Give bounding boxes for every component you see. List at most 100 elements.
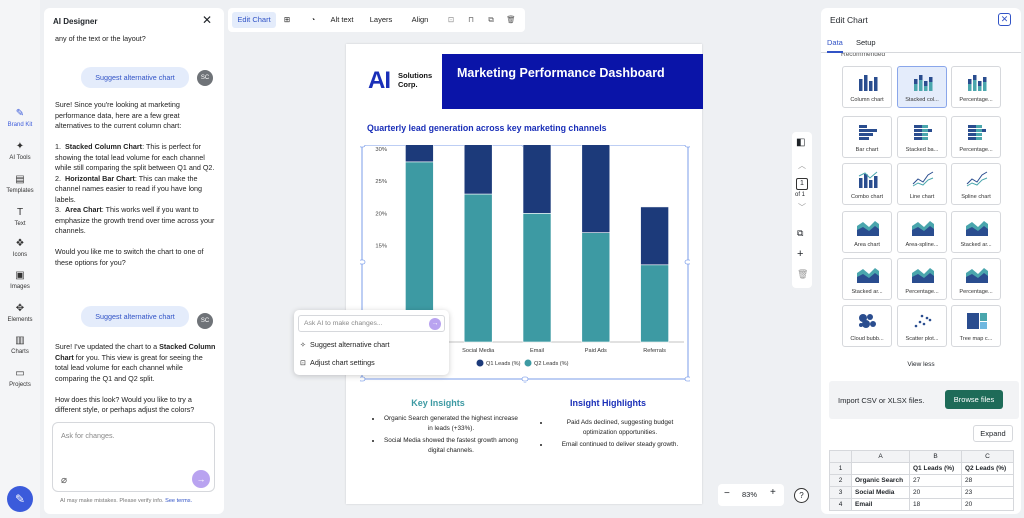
- chart-type-label: Cloud bubb...: [850, 336, 884, 342]
- duplicate-page-icon[interactable]: ⧉: [797, 228, 803, 239]
- nav-projects[interactable]: ▭ Projects: [0, 368, 40, 388]
- ai-popup-input[interactable]: Ask AI to make changes... →: [298, 315, 445, 332]
- nav-ai-tools[interactable]: ✦ AI Tools: [0, 141, 40, 161]
- chart-type-option[interactable]: Bar chart: [842, 116, 892, 158]
- chart-type-icon: [912, 268, 934, 283]
- chart-type-option[interactable]: Line chart: [897, 163, 947, 205]
- chart-type-option[interactable]: Area-spline...: [897, 211, 947, 253]
- suggest-chart-item[interactable]: ✧ Suggest alternative chart: [300, 340, 390, 349]
- grid-cell[interactable]: Organic Search: [851, 474, 910, 487]
- animation-icon[interactable]: ◔: [306, 12, 320, 28]
- alt-text-button[interactable]: Alt text: [326, 12, 358, 28]
- nav-images[interactable]: ▣ Images: [0, 270, 40, 290]
- ai-popup-placeholder[interactable]: Ask AI to make changes...: [304, 320, 383, 327]
- expand-button[interactable]: Expand: [973, 425, 1013, 442]
- chart-type-option[interactable]: Percentage...: [951, 116, 1001, 158]
- chart-type-option[interactable]: Percentage...: [951, 66, 1001, 108]
- grid-row-header[interactable]: 2: [829, 474, 852, 487]
- chat-input-placeholder[interactable]: Ask for changes.: [61, 431, 115, 440]
- key-insights-list: Organic Search generated the highest inc…: [382, 414, 520, 458]
- chevron-down-icon[interactable]: ﹀: [798, 202, 806, 213]
- grid-cell[interactable]: 20: [909, 486, 962, 499]
- send-button[interactable]: →: [192, 470, 210, 488]
- avatar: SC: [197, 313, 213, 329]
- data-grid[interactable]: A B C 1 Q1 Leads (%) Q2 Leads (%) 2 Organic Sea…: [829, 450, 1014, 511]
- chart-type-option[interactable]: Combo chart: [842, 163, 892, 205]
- chart-type-option[interactable]: Stacked ar...: [951, 211, 1001, 253]
- page-number[interactable]: 1: [796, 178, 808, 190]
- grid-cell[interactable]: Email: [851, 498, 910, 511]
- grid-column-header[interactable]: C: [961, 450, 1014, 463]
- grid-cell[interactable]: Social Media: [851, 486, 910, 499]
- chart-type-option[interactable]: Stacked col...: [897, 66, 947, 108]
- grid-row-header[interactable]: 1: [829, 462, 852, 475]
- grid-cell[interactable]: 28: [961, 474, 1014, 487]
- chart-type-option[interactable]: Percentage...: [897, 258, 947, 300]
- tab-data[interactable]: Data: [827, 38, 843, 53]
- zoom-in-button[interactable]: +: [770, 487, 776, 498]
- tab-setup[interactable]: Setup: [856, 38, 876, 47]
- grid-cell[interactable]: [851, 462, 910, 475]
- chart-type-option[interactable]: Area chart: [842, 211, 892, 253]
- edit-chart-button[interactable]: Edit Chart: [232, 12, 276, 28]
- trash-icon[interactable]: 🗑: [504, 12, 518, 28]
- nav-charts[interactable]: ▥ Charts: [0, 335, 40, 355]
- grid-column-header[interactable]: B: [909, 450, 962, 463]
- layers-button[interactable]: Layers: [366, 12, 396, 28]
- chart-type-option[interactable]: Scatter plot...: [897, 305, 947, 347]
- trash-icon[interactable]: 🗑: [797, 269, 808, 280]
- chart-type-icon[interactable]: ⊞: [280, 12, 294, 28]
- nav-text[interactable]: T Text: [0, 207, 40, 227]
- nav-templates[interactable]: ▤ Templates: [0, 174, 40, 194]
- assistant-fab[interactable]: ✎: [7, 486, 33, 512]
- page-count: of 1: [795, 192, 806, 198]
- chart-type-option[interactable]: Column chart: [842, 66, 892, 108]
- zoom-level[interactable]: 83%: [742, 490, 757, 499]
- nav-brand-kit[interactable]: ✎ Brand Kit: [0, 108, 40, 128]
- close-icon[interactable]: ✕: [998, 13, 1011, 26]
- panel-toggle-icon[interactable]: ◧: [796, 137, 805, 148]
- see-terms-link[interactable]: See terms.: [165, 498, 192, 504]
- attach-icon[interactable]: ⌀: [61, 475, 67, 486]
- help-icon[interactable]: ?: [794, 488, 809, 503]
- chat-input-box[interactable]: Ask for changes. ⌀ →: [52, 422, 215, 492]
- chart-type-option[interactable]: Spline chart: [951, 163, 1001, 205]
- charts-icon: ▥: [15, 335, 25, 346]
- adjust-settings-item[interactable]: ⊡ Adjust chart settings: [300, 358, 375, 367]
- nav-icons[interactable]: ❖ Icons: [0, 238, 40, 258]
- grid-row-header[interactable]: 3: [829, 486, 852, 499]
- chart-type-option[interactable]: Percentage...: [951, 258, 1001, 300]
- grid-cell[interactable]: Q1 Leads (%): [909, 462, 962, 475]
- arrow-right-icon[interactable]: →: [429, 318, 441, 330]
- import-section: Import CSV or XLSX files. Browse files: [829, 381, 1019, 419]
- grid-cell[interactable]: Q2 Leads (%): [961, 462, 1014, 475]
- chart-type-label: Percentage...: [959, 147, 993, 153]
- chart-type-option[interactable]: Tree map c...: [951, 305, 1001, 347]
- align-button[interactable]: Align: [406, 12, 434, 28]
- insight-item: Organic Search generated the highest inc…: [382, 414, 520, 433]
- chevron-up-icon[interactable]: ︿: [798, 160, 806, 171]
- view-less-link[interactable]: View less: [821, 361, 1021, 368]
- browse-files-button[interactable]: Browse files: [945, 390, 1003, 409]
- lock-icon[interactable]: ⊓: [464, 12, 478, 28]
- zoom-out-button[interactable]: −: [724, 488, 730, 499]
- duplicate-icon[interactable]: ⧉: [484, 12, 498, 28]
- add-page-icon[interactable]: +: [797, 248, 803, 260]
- close-icon[interactable]: ✕: [202, 13, 212, 27]
- nav-elements[interactable]: ✥ Elements: [0, 303, 40, 323]
- chart-type-option[interactable]: Stacked ar...: [842, 258, 892, 300]
- templates-icon: ▤: [15, 174, 25, 185]
- grid-column-header[interactable]: A: [851, 450, 910, 463]
- logo-mark: AI: [368, 67, 391, 94]
- grid-cell[interactable]: 23: [961, 486, 1014, 499]
- grid-row-header[interactable]: 4: [829, 498, 852, 511]
- chart-type-option[interactable]: Stacked ba...: [897, 116, 947, 158]
- chart-type-icon: [912, 171, 934, 187]
- chart-type-option[interactable]: Cloud bubb...: [842, 305, 892, 347]
- grid-cell[interactable]: 27: [909, 474, 962, 487]
- group-icon[interactable]: ⊡: [444, 12, 458, 28]
- slide-canvas[interactable]: AI Solutions Corp. Marketing Performance…: [346, 44, 703, 504]
- grid-cell[interactable]: 20: [961, 498, 1014, 511]
- grid-column-header[interactable]: [829, 450, 852, 463]
- grid-cell[interactable]: 18: [909, 498, 962, 511]
